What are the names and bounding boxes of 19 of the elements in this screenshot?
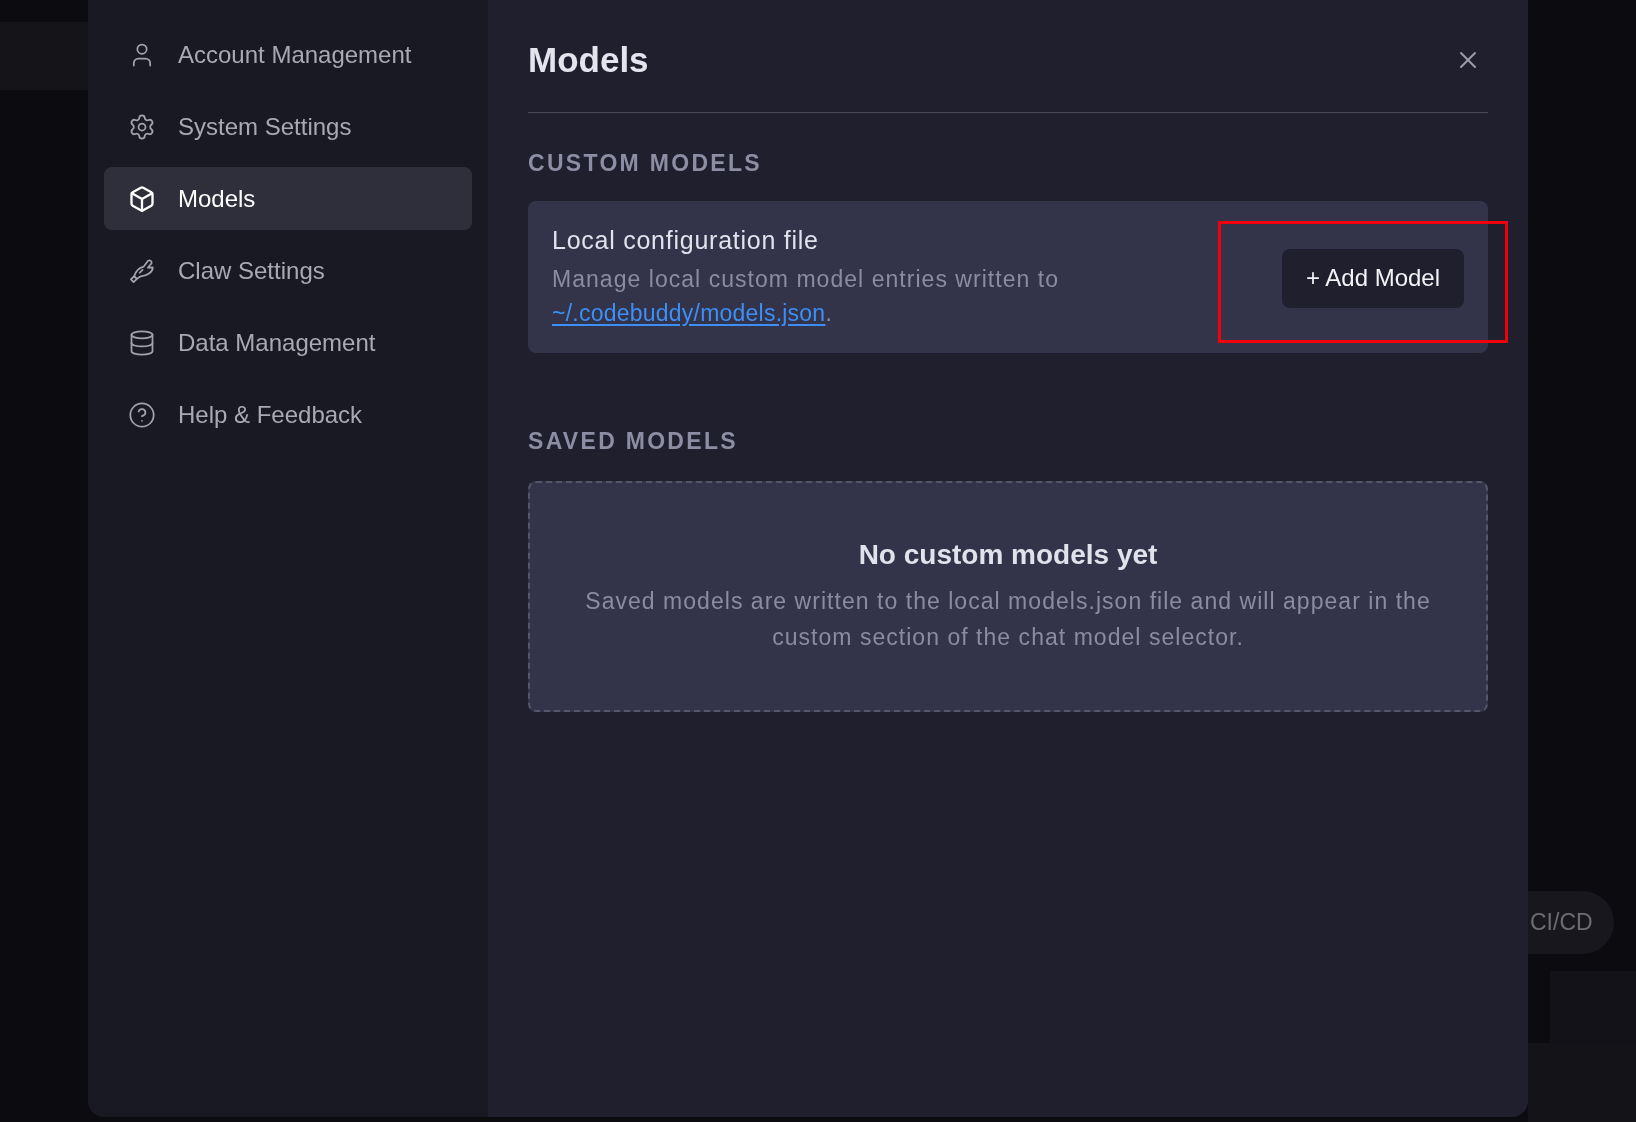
cube-icon <box>128 184 156 213</box>
empty-state-message: Saved models are written to the local models.json file and will appear in the custom section of the chat model selector. <box>584 587 1432 652</box>
sidebar-item[interactable]: System Settings <box>104 95 472 158</box>
sidebar-item[interactable]: Help & Feedback <box>104 383 472 446</box>
card-title: Local configuration file <box>552 226 819 254</box>
empty-state-title: No custom models yet <box>858 539 1158 571</box>
section-heading: SAVED MODELS <box>528 427 738 455</box>
sidebar-item[interactable]: Account Management <box>104 23 472 86</box>
gear-icon <box>128 112 156 141</box>
sidebar-item[interactable]: Claw Settings <box>104 239 472 302</box>
help-icon <box>128 400 156 429</box>
database-icon <box>128 328 156 357</box>
dialog-title: Models <box>528 42 649 78</box>
file-link[interactable]: ~/.codebuddy/models.json <box>552 300 826 326</box>
add-model-button[interactable]: + Add Model <box>1282 248 1464 308</box>
card-description: Manage local custom model entries written to ~/.codebuddy/models.json. <box>552 265 1061 328</box>
section-heading: CUSTOM MODELS <box>528 149 762 177</box>
sidebar-item[interactable]: Models <box>104 167 472 230</box>
sidebar-item[interactable]: Data Management <box>104 311 472 374</box>
